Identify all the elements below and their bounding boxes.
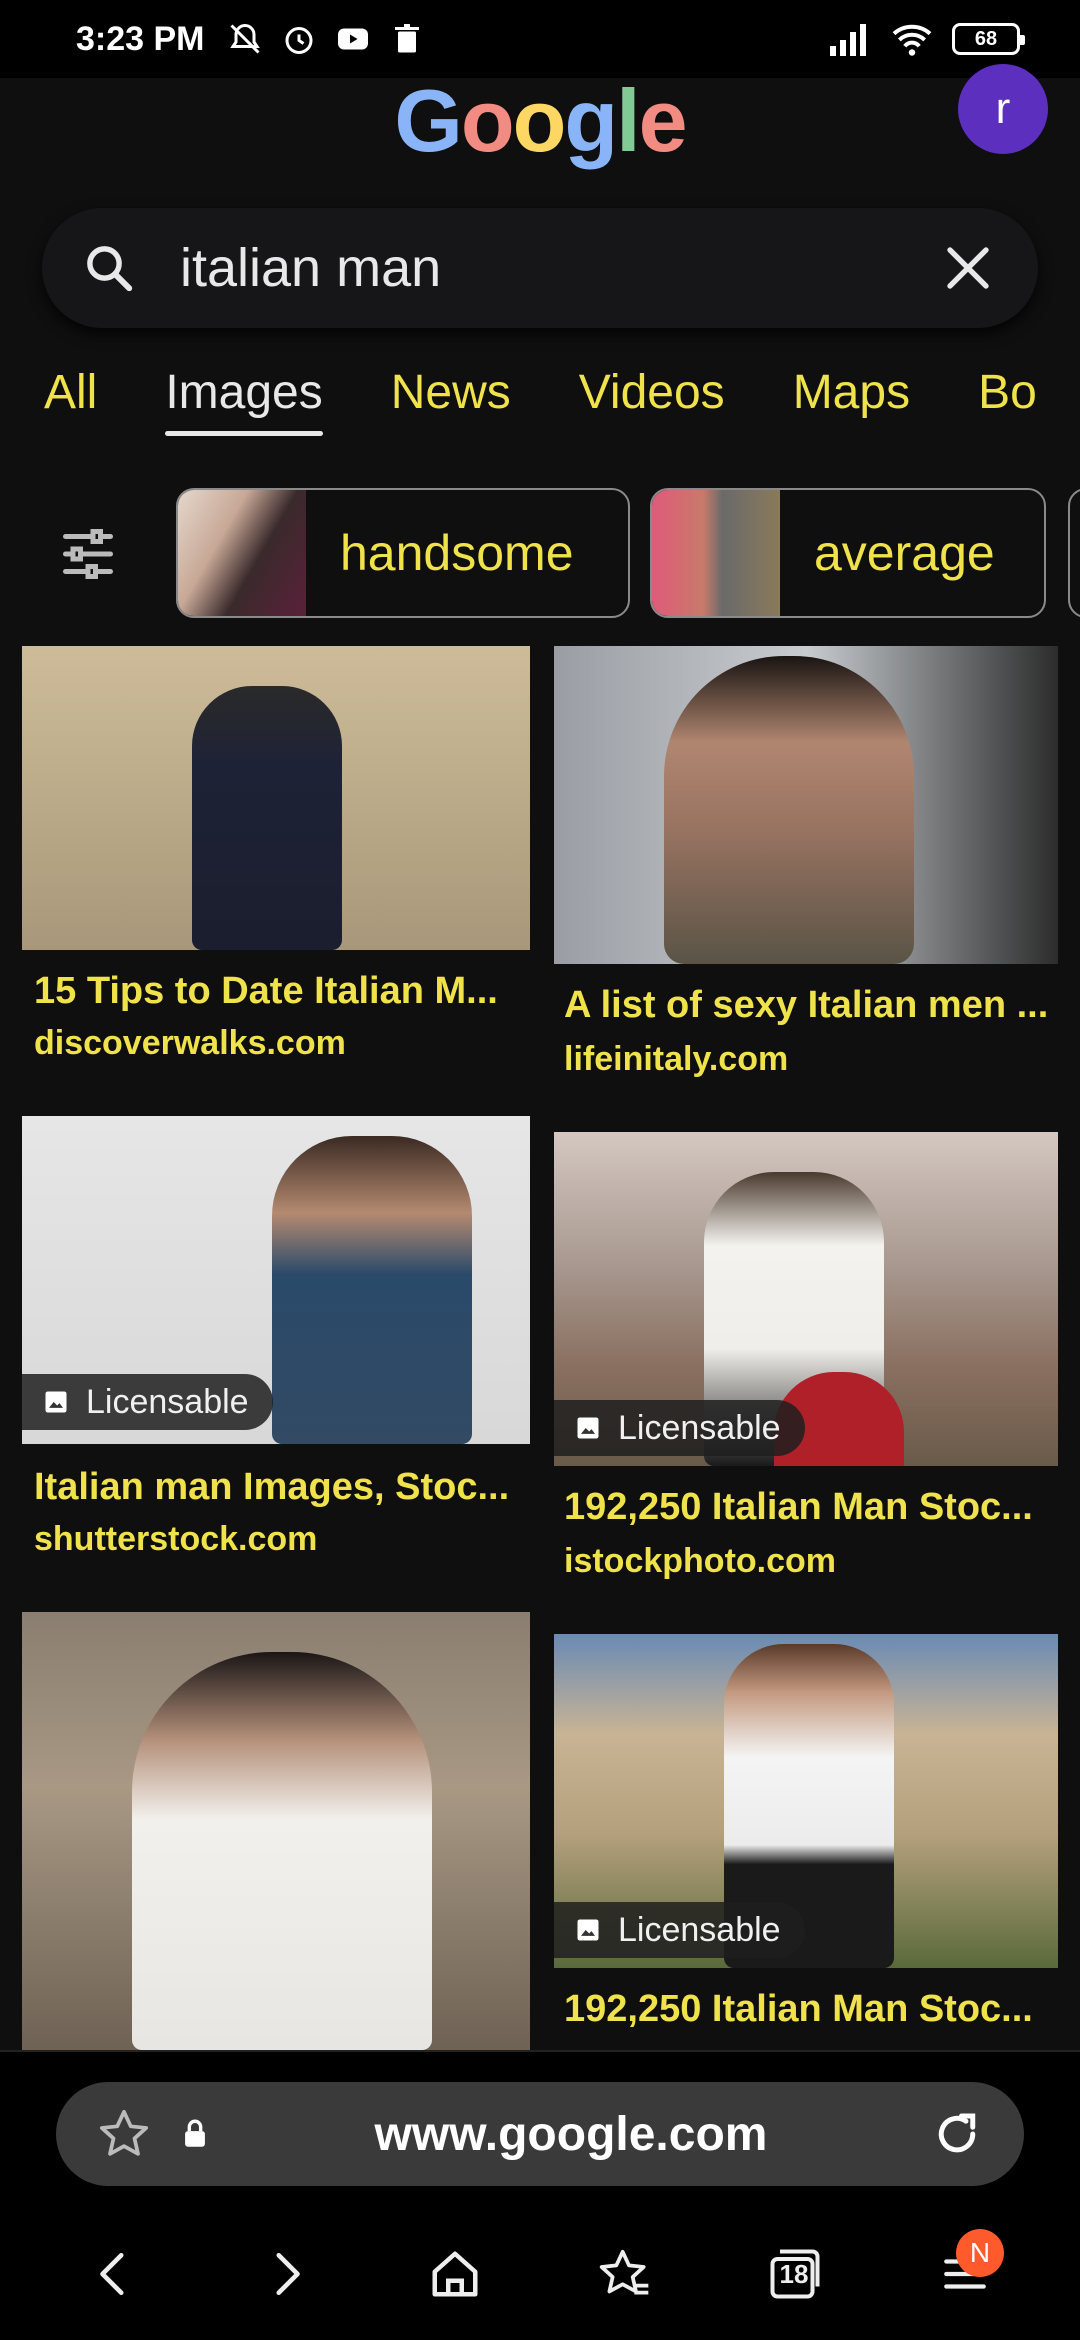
chip-label: handsome xyxy=(340,525,574,581)
url-text[interactable]: www.google.com xyxy=(212,2107,930,2162)
bookmarks-icon xyxy=(599,2249,649,2295)
image-figure xyxy=(272,1136,472,1444)
result-source: istockphoto.com xyxy=(564,1542,837,1580)
licensable-label: Licensable xyxy=(618,1408,781,1447)
result-title[interactable]: Italian man Images, Stoc... xyxy=(34,1466,524,1509)
close-icon xyxy=(947,247,989,289)
status-bar: 3:23 PM 68 xyxy=(0,0,1080,78)
licensable-badge: Licensable xyxy=(554,1400,805,1456)
notification-badge: N xyxy=(956,2229,1004,2277)
avatar[interactable]: r xyxy=(958,64,1048,154)
wifi-icon xyxy=(892,24,932,56)
mute-bell-icon xyxy=(229,23,260,54)
result-title[interactable]: 192,250 Italian Man Stoc... xyxy=(564,1486,1054,1529)
result-title[interactable]: A list of sexy Italian men ... xyxy=(564,984,1054,1027)
back-icon xyxy=(100,2252,124,2296)
filter-icon[interactable] xyxy=(58,524,118,584)
result-title[interactable]: 192,250 Italian Man Stoc... xyxy=(564,1988,1054,2031)
back-button[interactable] xyxy=(70,2229,160,2319)
result-source: lifeinitaly.com xyxy=(564,1040,789,1078)
search-input[interactable] xyxy=(180,237,938,299)
tab-all[interactable]: All xyxy=(44,365,97,436)
menu-button[interactable]: N xyxy=(920,2229,1010,2319)
result-source: shutterstock.com xyxy=(34,1520,318,1558)
licensable-badge: Licensable xyxy=(554,1902,805,1958)
tab-news[interactable]: News xyxy=(391,365,511,436)
forward-icon xyxy=(276,2252,300,2296)
image-figure xyxy=(192,686,342,950)
browser-bottom-bar: www.google.com 18 N xyxy=(0,2050,1080,2340)
battery-indicator: 68 xyxy=(952,23,1025,55)
result-image[interactable] xyxy=(22,646,530,950)
chip-thumbnail xyxy=(652,490,780,616)
licensable-label: Licensable xyxy=(86,1382,249,1421)
image-icon xyxy=(577,1417,599,1439)
chip-thumbnail xyxy=(178,490,306,616)
search-icon xyxy=(87,246,133,292)
image-icon xyxy=(577,1919,599,1941)
tabs-button[interactable]: 18 xyxy=(750,2229,840,2319)
image-figure xyxy=(664,656,914,964)
browser-nav-row: 18 N xyxy=(0,2224,1080,2324)
chip-average[interactable]: average xyxy=(650,488,1046,618)
chip-handsome[interactable]: handsome xyxy=(176,488,630,618)
status-right: 68 xyxy=(828,21,1025,57)
chip-more[interactable] xyxy=(1068,488,1080,618)
alarm-icon xyxy=(285,27,312,54)
result-image[interactable] xyxy=(554,646,1058,964)
url-bar[interactable]: www.google.com xyxy=(56,2082,1024,2186)
tab-maps[interactable]: Maps xyxy=(793,365,910,436)
forward-button[interactable] xyxy=(240,2229,330,2319)
licensable-badge: Licensable xyxy=(22,1374,273,1430)
image-figure xyxy=(132,1652,432,2050)
tab-books[interactable]: Bo xyxy=(978,365,1037,436)
tab-videos[interactable]: Videos xyxy=(579,365,725,436)
tab-count: 18 xyxy=(779,2259,809,2289)
trash-icon xyxy=(394,24,419,53)
home-icon xyxy=(432,2251,478,2297)
result-image[interactable] xyxy=(22,1612,530,2050)
tab-images[interactable]: Images xyxy=(165,365,324,436)
reload-icon[interactable] xyxy=(930,2107,984,2161)
youtube-icon xyxy=(337,28,368,50)
result-source: discoverwalks.com xyxy=(34,1024,346,1062)
lock-icon xyxy=(185,2119,205,2147)
image-icon xyxy=(45,1391,67,1413)
bookmarks-button[interactable] xyxy=(580,2229,670,2319)
home-button[interactable] xyxy=(410,2229,500,2319)
chip-label: average xyxy=(814,525,995,581)
star-icon[interactable] xyxy=(96,2106,152,2162)
google-logo: Google xyxy=(394,71,687,170)
status-icons xyxy=(227,21,425,57)
search-bar[interactable] xyxy=(42,208,1038,328)
licensable-label: Licensable xyxy=(618,1910,781,1949)
status-time: 3:23 PM xyxy=(76,19,205,58)
result-title[interactable]: 15 Tips to Date Italian M... xyxy=(34,970,524,1013)
search-tabs: All Images News Videos Maps Bo xyxy=(0,360,1080,440)
signal-icon xyxy=(830,24,866,56)
clear-search-button[interactable] xyxy=(938,238,998,298)
